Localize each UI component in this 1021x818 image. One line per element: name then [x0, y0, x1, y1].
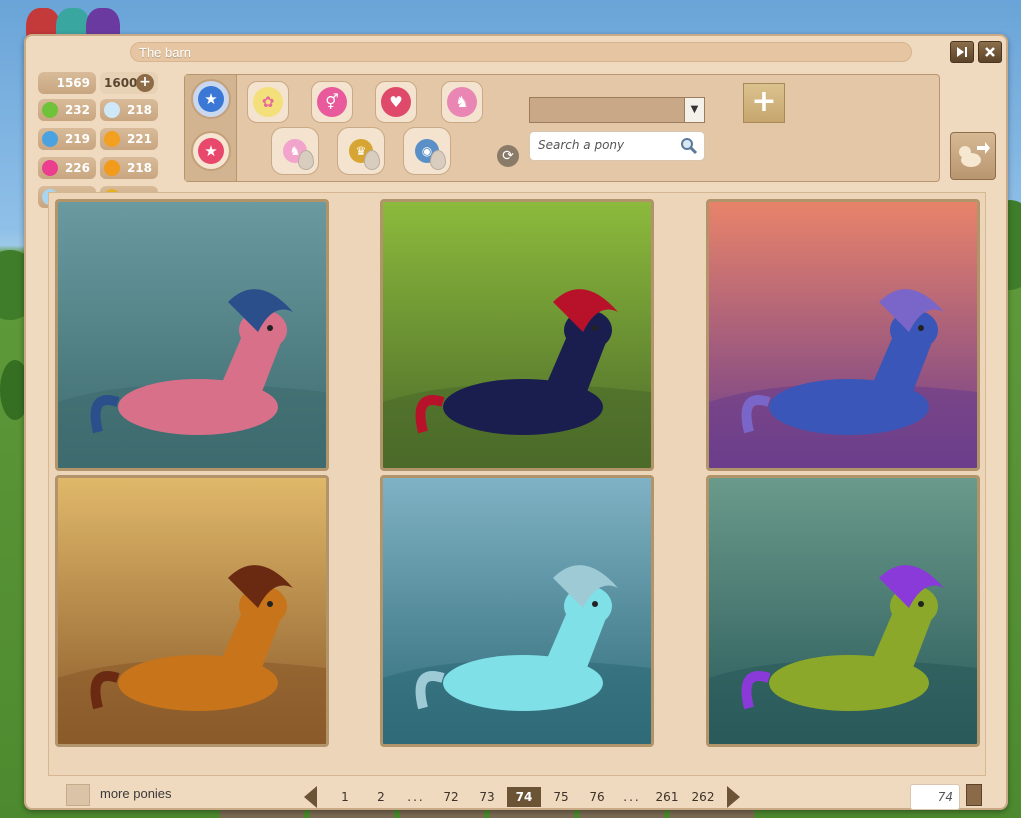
pawprint-icon: [104, 160, 120, 176]
export-pony-button[interactable]: [950, 132, 996, 180]
next-page-arrow-icon[interactable]: [727, 786, 740, 808]
search-box: [529, 131, 705, 161]
page-link[interactable]: 76: [579, 787, 615, 807]
mates-filter-button[interactable]: ♞: [441, 81, 483, 123]
flame-icon: [104, 131, 120, 147]
refresh-icon: ⟳: [502, 148, 514, 164]
collapse-button[interactable]: [950, 41, 974, 63]
premium-value: 1600: [104, 76, 138, 90]
mates-icon: ♞: [447, 87, 477, 117]
resource-paws: 219: [38, 128, 96, 150]
pony-card[interactable]: [380, 199, 654, 471]
breeds-icon: ✿: [253, 87, 283, 117]
resource-value: 221: [126, 132, 152, 146]
resource-flame: 221: [100, 128, 158, 150]
previous-page-arrow-icon[interactable]: [304, 786, 317, 808]
page-ellipsis: ...: [623, 790, 641, 804]
more-ponies-checkbox[interactable]: [66, 784, 90, 806]
page-number-input[interactable]: 74: [910, 784, 960, 810]
add-button[interactable]: +: [743, 83, 785, 123]
gender-icon: ⚥: [317, 87, 347, 117]
page-link[interactable]: 261: [649, 787, 685, 807]
page-link[interactable]: 73: [469, 787, 505, 807]
pony-portrait: [709, 478, 977, 744]
gender-filter-button[interactable]: ⚥: [311, 81, 353, 123]
resource-value: 218: [126, 161, 152, 175]
folder-icon: ★: [198, 86, 224, 112]
pony-portrait: [58, 478, 326, 744]
page-link[interactable]: 75: [543, 787, 579, 807]
resource-heart: 226: [38, 157, 96, 179]
pony-card[interactable]: [706, 199, 980, 471]
more-ponies-label: more ponies: [100, 786, 172, 801]
drop-icon: [298, 150, 314, 170]
drop-icon: [364, 150, 380, 170]
pony-export-icon: [959, 142, 990, 167]
pony-card[interactable]: [380, 475, 654, 747]
eye-filter-button[interactable]: ◉: [403, 127, 451, 175]
search-icon[interactable]: [680, 137, 698, 155]
barn-window: The barn 1569 1600 + 232 218 219 221 226 218 1…: [24, 34, 1008, 810]
page-ellipsis: ...: [407, 790, 425, 804]
pony-portrait: [709, 202, 977, 468]
chevron-down-icon[interactable]: ▼: [684, 98, 704, 122]
pony-portrait: [383, 202, 651, 468]
paws-icon: [42, 131, 58, 147]
resource-value: 232: [64, 103, 90, 117]
pony-portrait: [383, 478, 651, 744]
trophy-filter-button[interactable]: ♛: [337, 127, 385, 175]
unicorn-filter-button[interactable]: ♞: [271, 127, 319, 175]
premium-counter: 1600 +: [100, 72, 158, 94]
window-title: The barn: [139, 45, 192, 60]
skip-forward-icon: [957, 47, 967, 57]
page-link[interactable]: 74: [507, 787, 541, 807]
folder-tab[interactable]: ★: [191, 79, 231, 119]
heart-icon: [42, 160, 58, 176]
resource-value: 219: [64, 132, 90, 146]
breeds-filter-button[interactable]: ✿: [247, 81, 289, 123]
resource-cloud: 218: [100, 99, 158, 121]
close-button[interactable]: [978, 41, 1002, 63]
filter-bar: ★ ★ ✿ ⚥ ♥ ♞ ♞ ♛ ◉ ⟳ ▼ Search a pony +: [184, 74, 940, 182]
title-bar: The barn: [130, 42, 912, 62]
resource-apple: 232: [38, 99, 96, 121]
pony-card[interactable]: [55, 199, 329, 471]
love-icon: ♥: [381, 87, 411, 117]
resource-value: 226: [64, 161, 90, 175]
resource-value: 218: [126, 103, 152, 117]
sort-select[interactable]: ▼: [529, 97, 705, 123]
page-link[interactable]: 1: [327, 787, 363, 807]
go-to-page-button[interactable]: [966, 784, 982, 806]
side-tabs: ★ ★: [185, 75, 237, 181]
pagination: 1 2... 72 73 74 75 76... 261 262: [304, 784, 740, 810]
money-counter: 1569: [38, 72, 96, 94]
resource-pawprint: 218: [100, 157, 158, 179]
favorite-tab[interactable]: ★: [191, 131, 231, 171]
page-link[interactable]: 72: [433, 787, 469, 807]
apple-icon: [42, 102, 58, 118]
cloud-icon: [104, 102, 120, 118]
pony-portrait: [58, 202, 326, 468]
search-input[interactable]: [538, 138, 678, 152]
refresh-button[interactable]: ⟳: [497, 145, 519, 167]
page-link[interactable]: 2: [363, 787, 399, 807]
star-icon: ★: [198, 138, 224, 164]
pony-grid: [48, 192, 986, 776]
close-icon: [985, 47, 995, 57]
pony-card[interactable]: [706, 475, 980, 747]
pony-card[interactable]: [55, 475, 329, 747]
page-link[interactable]: 262: [685, 787, 721, 807]
love-filter-button[interactable]: ♥: [375, 81, 417, 123]
drop-icon: [430, 150, 446, 170]
money-value: 1569: [56, 76, 90, 90]
buy-premium-button[interactable]: +: [136, 74, 154, 92]
